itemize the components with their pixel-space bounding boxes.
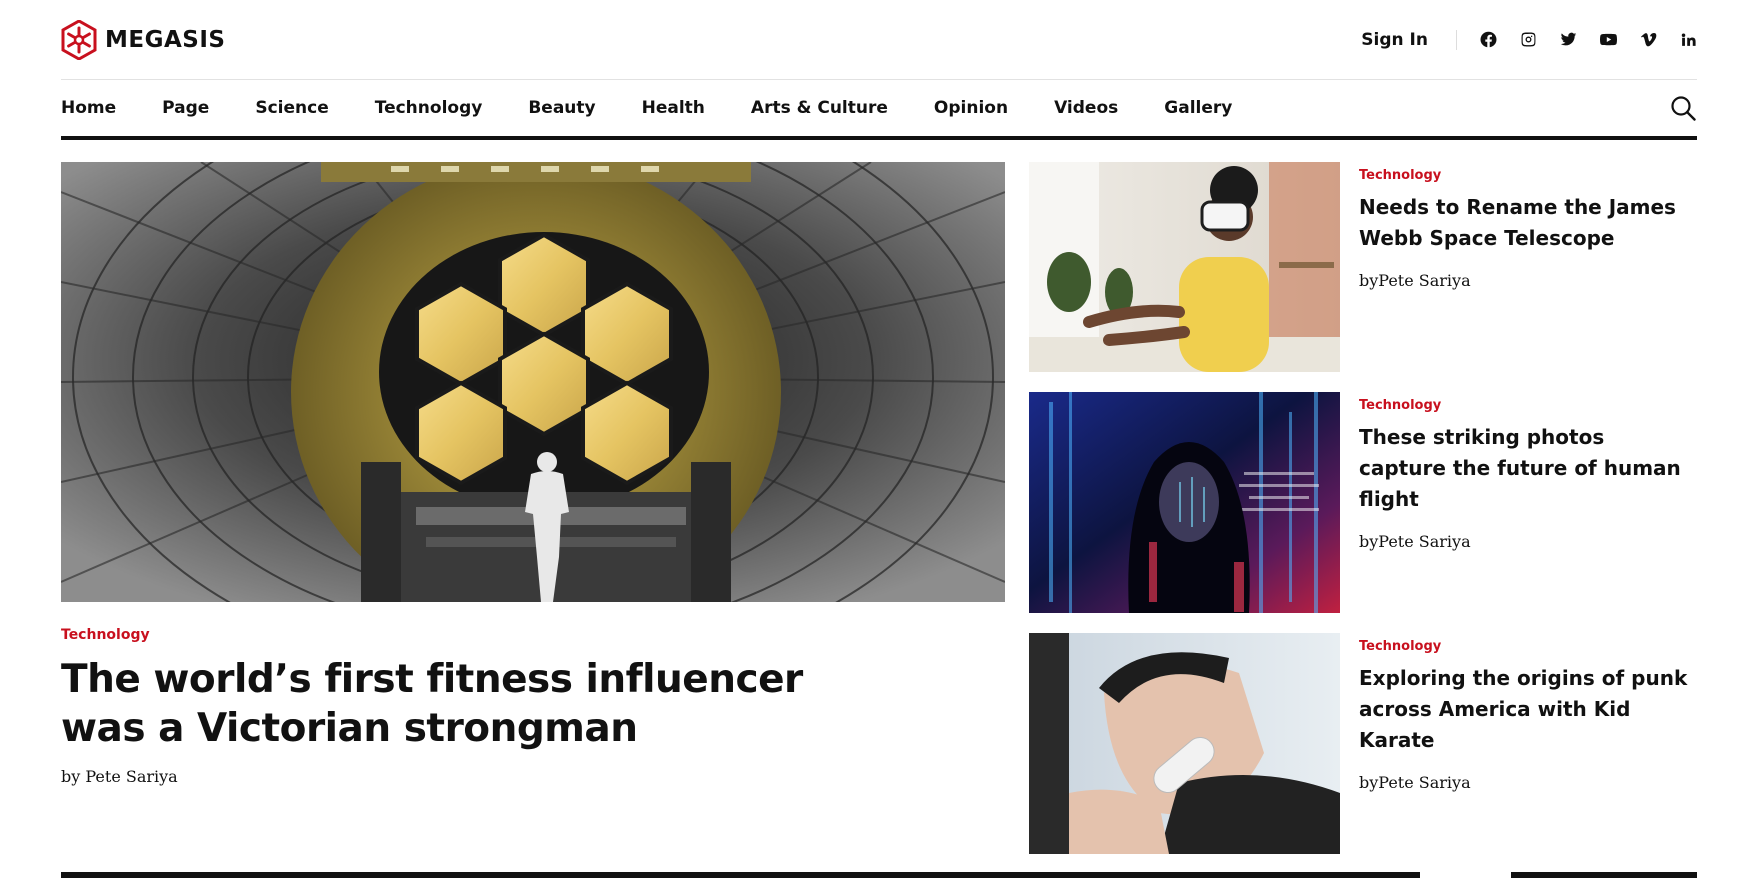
- social-links: [1479, 31, 1697, 49]
- side-article-category[interactable]: Technology: [1359, 168, 1697, 183]
- side-article-author: byPete Sariya: [1359, 773, 1471, 792]
- sign-in-link[interactable]: Sign In: [1361, 29, 1457, 50]
- side-article-category[interactable]: Technology: [1359, 639, 1697, 654]
- nav-item-home[interactable]: Home: [61, 98, 116, 118]
- side-article-category[interactable]: Technology: [1359, 398, 1697, 413]
- hero-title[interactable]: The world’s first fitness influencer was…: [61, 655, 891, 753]
- side-article-3: Technology Exploring the origins of punk…: [1029, 633, 1697, 854]
- section-divider: [1511, 872, 1697, 878]
- nav-item-page[interactable]: Page: [162, 98, 209, 118]
- side-article-author: byPete Sariya: [1359, 532, 1471, 551]
- search-icon[interactable]: [1669, 94, 1697, 122]
- nav-item-opinion[interactable]: Opinion: [934, 98, 1008, 118]
- header-actions: Sign In: [1361, 29, 1697, 50]
- side-article-author: byPete Sariya: [1359, 271, 1471, 290]
- logo-icon: [61, 19, 97, 60]
- side-article-title[interactable]: Exploring the origins of punk across Ame…: [1359, 663, 1697, 756]
- side-article-text: Technology Exploring the origins of punk…: [1359, 639, 1697, 792]
- hero-author: by Pete Sariya: [61, 767, 178, 786]
- nav-item-science[interactable]: Science: [255, 98, 328, 118]
- side-article-image[interactable]: [1029, 392, 1340, 613]
- youtube-icon[interactable]: [1599, 31, 1617, 49]
- hero-image[interactable]: [61, 162, 1005, 602]
- instagram-icon[interactable]: [1519, 31, 1537, 49]
- top-header: MEGASIS Sign In: [61, 0, 1697, 80]
- nav-item-beauty[interactable]: Beauty: [528, 98, 595, 118]
- side-article-image[interactable]: [1029, 162, 1340, 372]
- side-article-title[interactable]: Needs to Rename the James Webb Space Tel…: [1359, 192, 1697, 254]
- nav-item-arts-culture[interactable]: Arts & Culture: [751, 98, 888, 118]
- side-article-text: Technology These striking photos capture…: [1359, 398, 1697, 551]
- hero-category[interactable]: Technology: [61, 627, 150, 643]
- linkedin-icon[interactable]: [1679, 31, 1697, 49]
- twitter-icon[interactable]: [1559, 31, 1577, 49]
- nav-item-technology[interactable]: Technology: [375, 98, 483, 118]
- main-nav: Home Page Science Technology Beauty Heal…: [61, 80, 1697, 140]
- nav-item-videos[interactable]: Videos: [1054, 98, 1118, 118]
- side-article-2: Technology These striking photos capture…: [1029, 392, 1697, 613]
- site-logo[interactable]: MEGASIS: [61, 19, 226, 60]
- nav-item-gallery[interactable]: Gallery: [1164, 98, 1232, 118]
- facebook-icon[interactable]: [1479, 31, 1497, 49]
- logo-text: MEGASIS: [105, 26, 226, 53]
- side-article-title[interactable]: These striking photos capture the future…: [1359, 422, 1697, 515]
- nav-menu: Home Page Science Technology Beauty Heal…: [61, 98, 1232, 118]
- vimeo-icon[interactable]: [1639, 31, 1657, 49]
- side-article-image[interactable]: [1029, 633, 1340, 854]
- section-divider: [61, 872, 1420, 878]
- side-article-1: Technology Needs to Rename the James Web…: [1029, 162, 1697, 372]
- side-article-text: Technology Needs to Rename the James Web…: [1359, 168, 1697, 290]
- nav-item-health[interactable]: Health: [642, 98, 705, 118]
